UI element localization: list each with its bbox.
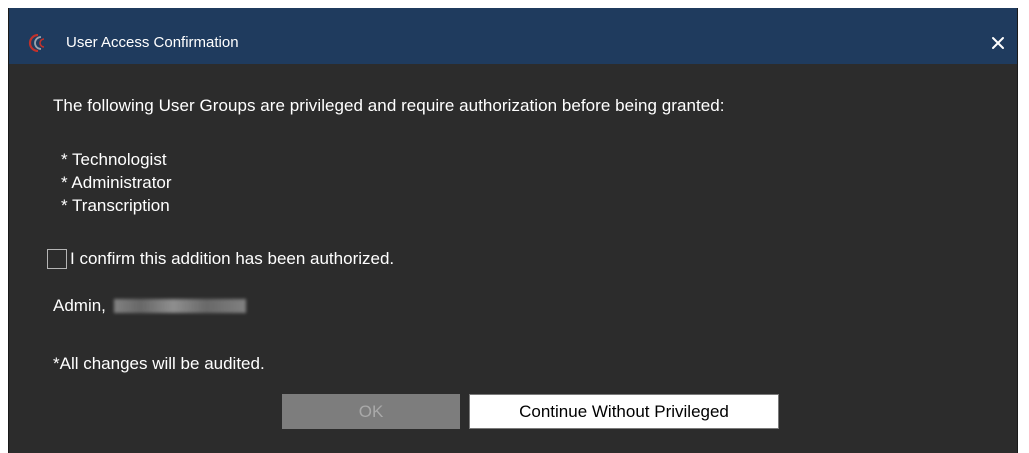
list-item: * Administrator xyxy=(61,173,172,192)
ok-button[interactable]: OK xyxy=(282,394,460,429)
list-item: * Transcription xyxy=(61,196,170,215)
dialog-title: User Access Confirmation xyxy=(66,34,239,51)
title-bar: User Access Confirmation xyxy=(9,8,1017,64)
dialog-content: The following User Groups are privileged… xyxy=(9,64,1017,453)
close-icon xyxy=(992,37,1004,49)
app-logo-icon xyxy=(28,34,45,52)
close-button[interactable] xyxy=(985,30,1011,56)
user-access-confirmation-dialog: User Access Confirmation The following U… xyxy=(8,8,1018,453)
authorization-confirm-row[interactable]: I confirm this addition has been authori… xyxy=(47,247,394,271)
audit-note: *All changes will be audited. xyxy=(53,354,265,373)
admin-row: Admin, xyxy=(53,296,246,316)
admin-prefix: Admin, xyxy=(53,296,106,315)
authorization-checkbox[interactable] xyxy=(47,249,67,269)
intro-message: The following User Groups are privileged… xyxy=(53,96,725,115)
redacted-admin-name xyxy=(113,299,246,313)
list-item: * Technologist xyxy=(61,150,167,169)
authorization-confirm-label[interactable]: I confirm this addition has been authori… xyxy=(70,249,394,269)
privileged-groups-list: * Technologist * Administrator * Transcr… xyxy=(61,148,172,217)
continue-without-privileged-button[interactable]: Continue Without Privileged xyxy=(469,394,779,429)
